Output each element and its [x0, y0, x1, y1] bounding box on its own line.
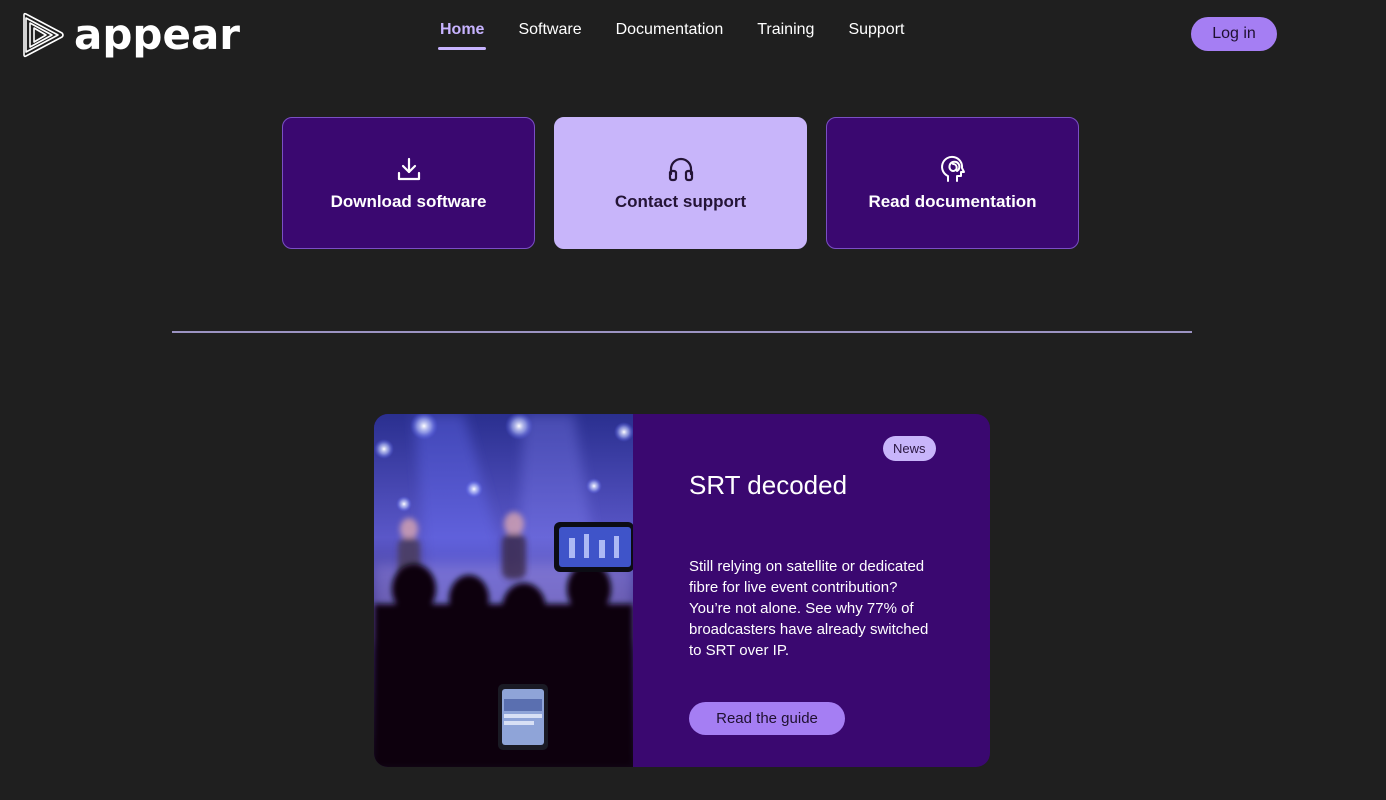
nav-item-support[interactable]: Support	[848, 20, 904, 50]
appear-logo-icon	[23, 12, 64, 58]
main-nav: Home Software Documentation Training Sup…	[437, 20, 938, 50]
contact-support-card[interactable]: Contact support	[554, 117, 807, 249]
download-software-label: Download software	[330, 192, 487, 211]
news-card: News SRT decoded Still relying on satell…	[374, 414, 990, 767]
concert-scene-illustration	[374, 414, 633, 767]
read-documentation-card[interactable]: Read documentation	[826, 117, 1079, 249]
headphones-icon	[668, 157, 693, 182]
section-divider	[172, 331, 1192, 333]
head-idea-icon	[940, 155, 965, 182]
news-title: SRT decoded	[689, 470, 848, 500]
nav-item-software[interactable]: Software	[518, 20, 581, 50]
login-button[interactable]: Log in	[1191, 17, 1277, 51]
news-tag-badge: News	[883, 436, 936, 461]
logo[interactable]: appear	[22, 12, 240, 58]
brand-name: appear	[74, 10, 241, 59]
nav-item-documentation[interactable]: Documentation	[616, 20, 724, 50]
read-documentation-label: Read documentation	[868, 192, 1037, 211]
nav-item-home[interactable]: Home	[437, 20, 487, 50]
page: appear Home Software Documentation Train…	[0, 0, 1386, 800]
contact-support-label: Contact support	[614, 192, 747, 211]
download-software-card[interactable]: Download software	[282, 117, 535, 249]
read-the-guide-button[interactable]: Read the guide	[689, 702, 845, 735]
nav-item-training[interactable]: Training	[757, 20, 814, 50]
news-body: Still relying on satellite or dedicated …	[689, 558, 929, 659]
download-icon	[397, 157, 420, 181]
concert-crowd-image	[374, 414, 633, 767]
